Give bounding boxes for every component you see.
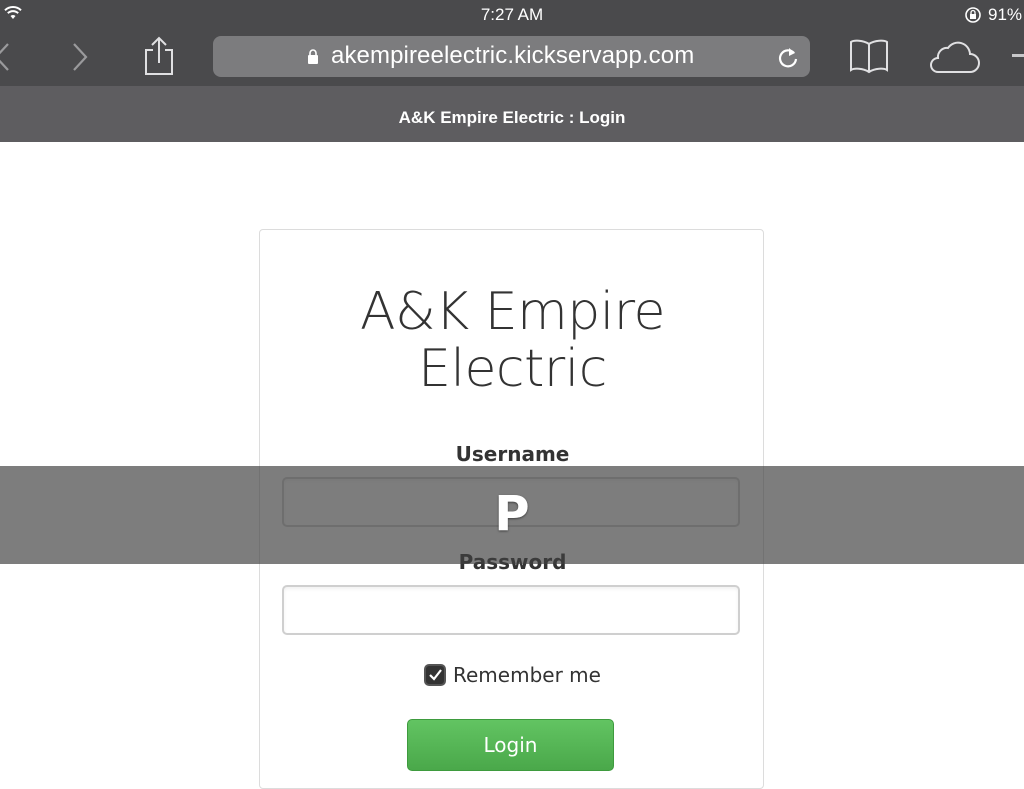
remember-me-label: Remember me [453,663,601,687]
key-preview-overlay: P [0,466,1024,564]
remember-me-checkbox[interactable] [424,664,446,686]
password-field[interactable] [282,585,740,635]
status-time: 7:27 AM [480,5,544,24]
page-title-bar: A&K Empire Electric : Login [0,86,1024,142]
company-heading: A&K Empire Electric [360,282,665,399]
share-icon[interactable] [142,36,176,76]
checkmark-icon [429,669,442,681]
address-bar[interactable]: akempireelectric.kickservapp.com [213,36,810,77]
key-preview-character: P [494,486,530,542]
login-button[interactable]: Login [407,719,614,771]
forward-icon[interactable] [70,42,90,72]
username-label: Username [455,442,570,466]
browser-toolbar: akempireelectric.kickservapp.com [0,28,1024,86]
icloud-tabs-icon[interactable] [926,40,980,74]
status-bar: 7:27 AM 91% [0,0,1024,28]
bookmarks-icon[interactable] [848,38,890,76]
back-icon[interactable] [0,42,12,72]
battery-percentage: 91% [988,5,1023,24]
padlock-icon [308,49,318,64]
remember-me-row[interactable]: Remember me [424,662,601,688]
rotation-lock-icon [965,7,981,23]
reload-icon[interactable] [777,45,799,69]
new-tab-icon[interactable] [1012,54,1024,57]
url-text: akempireelectric.kickservapp.com [331,42,695,69]
